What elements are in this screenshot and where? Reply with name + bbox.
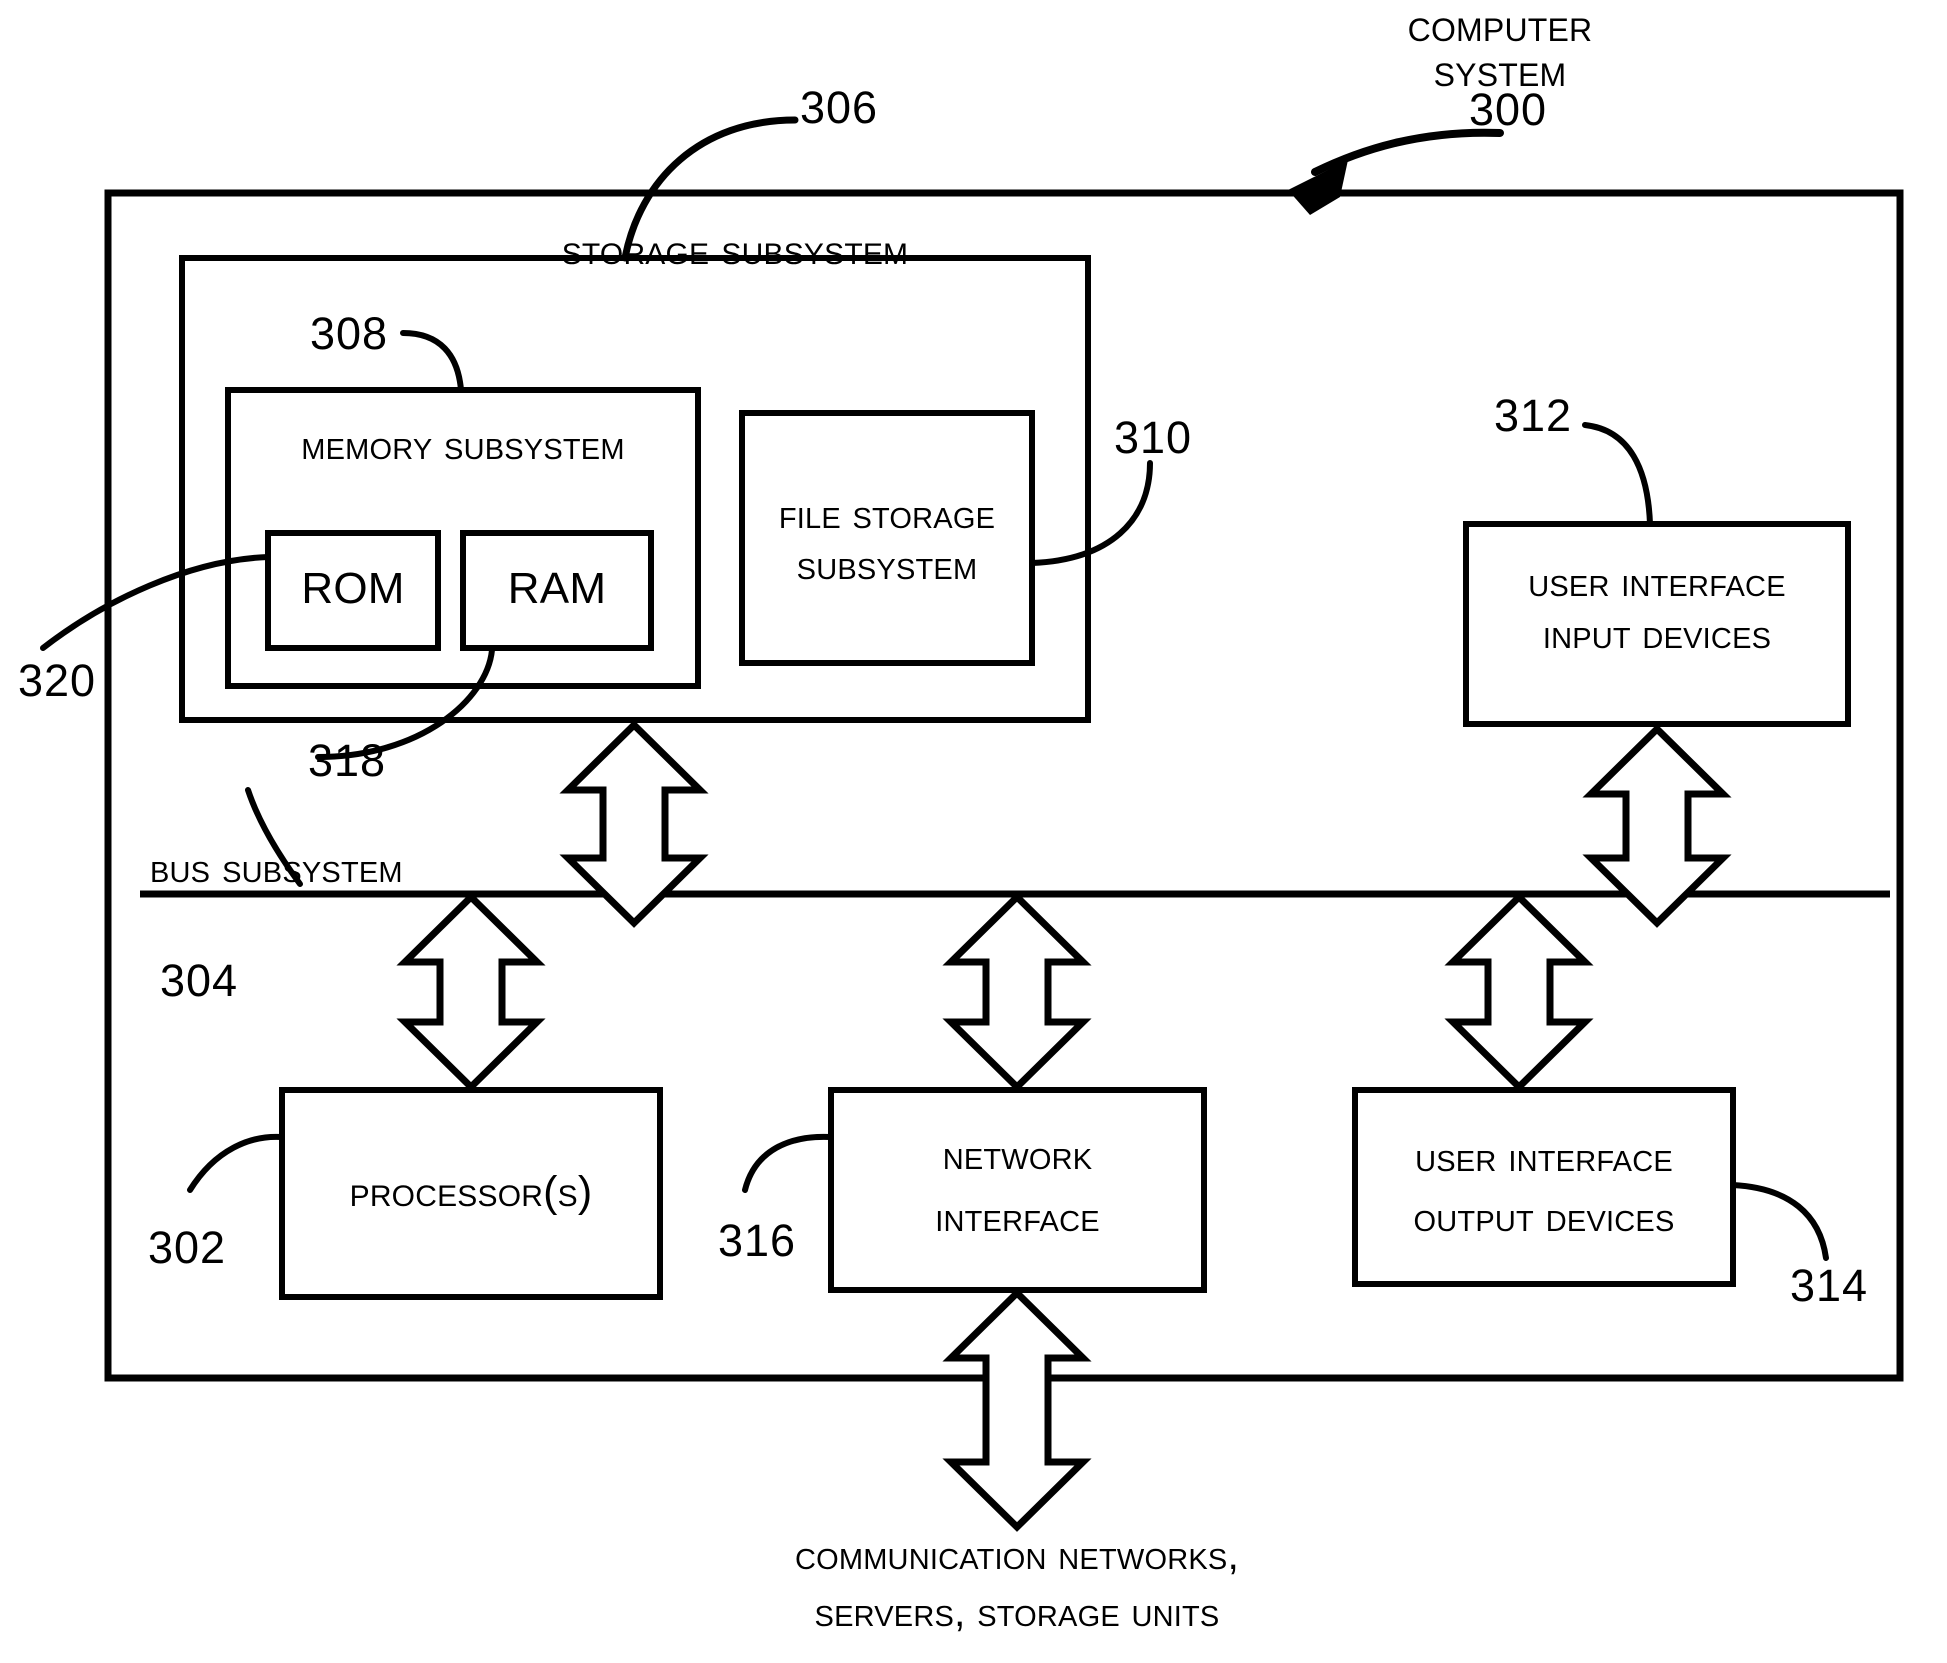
figure-canvas: Computer System 300 306 Storage Subsyste… <box>0 0 1947 1663</box>
rom-label: ROM <box>301 564 405 613</box>
ref-310: 310 <box>1114 412 1193 463</box>
processors-label: Processor(s) <box>349 1168 593 1216</box>
storage-subsystem-label: Storage Subsystem <box>561 226 909 274</box>
user-interface-output-devices-box <box>1352 1087 1736 1287</box>
bus-subsystem-label: Bus Subsystem <box>150 844 403 891</box>
user-interface-output-devices-label-line2: Output Devices <box>1413 1193 1675 1240</box>
user-interface-input-devices-label-line2: Input Devices <box>1542 611 1772 657</box>
network-interface-label-line2: Interface <box>935 1193 1100 1240</box>
leader-308 <box>400 330 464 393</box>
leader-316 <box>742 1133 834 1193</box>
network-interface-box <box>828 1087 1207 1293</box>
ref-304: 304 <box>160 955 239 1006</box>
leader-314 <box>1730 1182 1829 1261</box>
ref-314: 314 <box>1790 1260 1869 1311</box>
ref-316: 316 <box>718 1215 797 1266</box>
file-storage-subsystem-label-line1: File Storage <box>778 491 996 537</box>
user-interface-input-devices-label-line1: User Interface <box>1528 559 1786 605</box>
leader-302 <box>187 1133 285 1193</box>
ref-308: 308 <box>310 308 389 359</box>
ref-320: 320 <box>18 655 97 706</box>
external-networks-caption-line2: servers, storage units <box>814 1589 1220 1635</box>
arrow-bus-to-processors <box>396 892 546 1092</box>
ref-318: 318 <box>308 735 387 786</box>
arrow-network-to-external <box>942 1288 1092 1532</box>
ref-312: 312 <box>1494 390 1573 441</box>
memory-subsystem-label: Memory Subsystem <box>301 422 625 468</box>
file-storage-subsystem-label-line2: Subsystem <box>796 542 978 588</box>
ref-300: 300 <box>1468 84 1548 135</box>
network-interface-label-line1: Network <box>942 1131 1093 1178</box>
leader-320 <box>40 554 271 651</box>
ref-306: 306 <box>800 82 879 133</box>
ref-302: 302 <box>148 1222 227 1273</box>
arrow-bus-to-network-interface <box>942 892 1092 1092</box>
external-networks-caption-line1: Communication networks, <box>794 1532 1240 1578</box>
ram-label: RAM <box>507 564 607 613</box>
leader-312 <box>1582 422 1653 527</box>
user-interface-output-devices-label-line1: User Interface <box>1415 1133 1673 1180</box>
arrow-bus-to-ui-output <box>1444 892 1594 1092</box>
